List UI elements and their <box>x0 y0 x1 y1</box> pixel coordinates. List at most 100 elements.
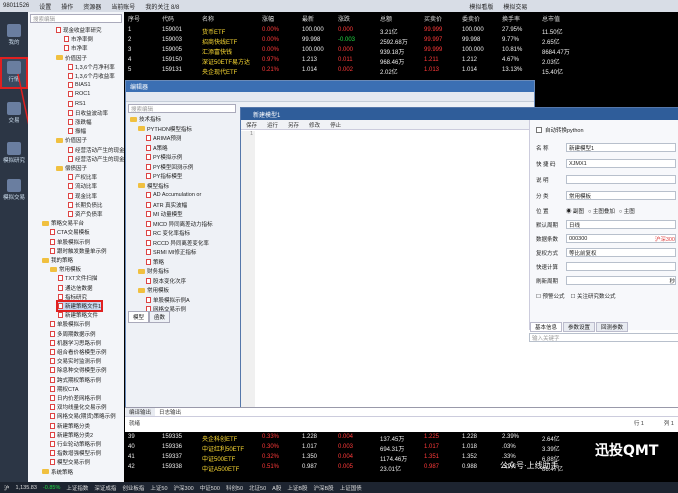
tree-node[interactable]: 多周期数据示例 <box>50 330 96 338</box>
indicator-node[interactable]: A策略 <box>146 144 168 152</box>
tree-node[interactable]: 振幅 <box>68 127 86 135</box>
auto-python-checkbox[interactable]: 自动转换python <box>536 124 676 135</box>
col-header[interactable]: 代码 <box>162 14 174 23</box>
save-button[interactable]: 保存 <box>246 121 257 129</box>
prop-input[interactable]: 常用模板 <box>566 191 676 200</box>
status-item[interactable]: 上证50 <box>150 484 167 492</box>
tab-compile-output[interactable]: 编译输出 <box>125 408 156 416</box>
col-header[interactable]: 序号 <box>128 14 140 23</box>
focus-checkbox[interactable]: ☐ 关注研究数公式 <box>570 292 615 300</box>
prop-input[interactable]: XJMX1 <box>566 159 676 168</box>
indicator-node[interactable]: 常用模板 <box>138 286 169 294</box>
tab-function[interactable]: 函数 <box>149 311 171 323</box>
indicator-node[interactable]: ARIMA预测 <box>146 134 181 142</box>
rights-select[interactable]: 等比前复权 <box>566 248 676 257</box>
indicator-node[interactable]: PYTHON模型指标 <box>138 125 192 133</box>
account-menu[interactable]: 当前账号 <box>111 2 135 11</box>
code-editor[interactable] <box>256 131 529 411</box>
tree-node[interactable]: 现金收益率研究 <box>56 26 102 34</box>
status-item[interactable]: 科创50 <box>226 484 243 492</box>
tree-search-input[interactable]: 搜索编辑 <box>30 14 122 23</box>
table-row[interactable]: 3 159005 汇添富快钱 0.00% 100.000 0.000 939.18万 99.9… <box>124 47 678 56</box>
tab-backtest[interactable]: 回测参数 <box>596 322 629 332</box>
indicator-node[interactable]: PY模型回测示例 <box>146 163 193 171</box>
tree-node[interactable]: 模型交易示例 <box>50 458 90 466</box>
resource-menu[interactable]: 资源器 <box>83 2 101 11</box>
tree-node[interactable]: 常用模板 <box>50 265 81 273</box>
tree-node[interactable]: 网格交易(期货)策略示例 <box>50 412 116 420</box>
indicator-node[interactable]: MICD 异同离差动力指标 <box>146 220 213 228</box>
status-item[interactable]: 北证50 <box>249 484 266 492</box>
prop-input[interactable]: 新建模型1 <box>566 143 676 152</box>
status-item[interactable]: A股 <box>272 484 281 492</box>
tree-node[interactable]: 产权比率 <box>68 173 97 181</box>
operate-menu[interactable]: 操作 <box>61 2 73 11</box>
indicator-node[interactable]: 财务指标 <box>138 267 169 275</box>
tree-node[interactable]: 组合看价格模型示例 <box>50 348 107 356</box>
tab-basic-info[interactable]: 基本信息 <box>530 322 563 332</box>
col-header[interactable]: 换手率 <box>502 14 520 23</box>
sim-board-tab[interactable]: 模拟看版 <box>469 2 493 11</box>
tree-node[interactable]: 新建策略文件 <box>58 311 98 319</box>
table-row[interactable]: 5 159131 央企现代ETF 0.21% 1.014 0.002 2.02亿 1.013 1… <box>124 67 678 76</box>
tree-node[interactable]: 市净率倒 <box>64 35 93 43</box>
tree-node[interactable]: 通达信数据 <box>58 284 93 292</box>
tree-node[interactable]: 双均线量化交易示例 <box>50 403 107 411</box>
modify-button[interactable]: 修改 <box>309 121 320 129</box>
indicator-node[interactable]: 技术指标 <box>130 115 161 123</box>
col-header[interactable]: 涨幅 <box>262 14 274 23</box>
keyword-input[interactable]: 输入关键字 <box>529 333 678 342</box>
status-item[interactable]: 沪深300 <box>174 484 194 492</box>
tree-node[interactable]: 现金比率 <box>68 192 97 200</box>
indicator-node[interactable]: 单股模拟示例A <box>146 296 190 304</box>
tree-node[interactable]: 系统策略 <box>42 468 73 476</box>
indicator-node[interactable]: PY指标模型 <box>146 172 182 180</box>
col-header[interactable]: 名称 <box>202 14 214 23</box>
tree-node[interactable]: 1,3,6个月净利率 <box>68 63 115 71</box>
indicator-node[interactable]: AD Accumulation or <box>146 191 201 199</box>
watch-selector[interactable]: 我的关注 8/8 <box>145 2 179 11</box>
tree-node[interactable]: 跨式期权策略示例 <box>50 376 101 384</box>
tree-node[interactable]: 1,3,6个月收益率 <box>68 72 115 80</box>
table-row[interactable]: 4 159150 深证50ETF易方达 0.97% 1.213 0.011 968.46万 1… <box>124 57 678 66</box>
tree-node[interactable]: 单股模拟示例 <box>50 320 90 328</box>
tree-node[interactable]: 涨跌幅 <box>68 118 92 126</box>
tree-node[interactable]: 价值因子 <box>56 54 87 62</box>
tree-node[interactable]: 跟时触发数量单示例 <box>50 247 107 255</box>
tree-node[interactable]: CTA交易模板 <box>50 228 90 236</box>
indicator-node[interactable]: MI 动量模型 <box>146 210 183 218</box>
run-button[interactable]: 运行 <box>267 121 278 129</box>
period-select[interactable]: 日线 <box>566 220 676 229</box>
tree-node[interactable]: 资产负债率 <box>68 210 103 218</box>
tree-node[interactable]: BIAS1 <box>68 81 91 89</box>
col-header[interactable]: 最新 <box>302 14 314 23</box>
position-overlay[interactable]: ○ 主图叠加 <box>588 207 615 215</box>
tree-node[interactable]: 指数增强模型示例 <box>50 449 101 457</box>
tree-node[interactable]: ROC1 <box>68 90 90 98</box>
fast-calc-select[interactable] <box>566 262 676 271</box>
col-header[interactable]: 总额 <box>380 14 392 23</box>
tab-log-output[interactable]: 日志输出 <box>155 408 185 416</box>
tree-node[interactable]: RS1 <box>68 100 86 108</box>
tree-node[interactable]: 机器学习思路示例 <box>50 339 101 347</box>
tree-node[interactable]: 策略交易平台 <box>42 219 84 227</box>
table-row[interactable]: 1 159001 货币ETF 0.00% 100.000 0.000 3.21亿 99.999… <box>124 27 678 36</box>
col-header[interactable]: 买卖价 <box>424 14 442 23</box>
tree-node[interactable]: 经营活动产生的现金 <box>68 146 124 154</box>
tree-node[interactable]: 指标研究 <box>58 293 87 301</box>
count-input[interactable]: 000300 沪深300 <box>566 234 676 243</box>
tree-node[interactable]: 新建策略分类 <box>50 422 90 430</box>
nav-mine[interactable]: 我的 <box>2 22 26 50</box>
tree-node[interactable]: 日内价差网格示例 <box>50 394 101 402</box>
tab-model[interactable]: 模型 <box>128 311 150 323</box>
tree-node[interactable]: 流动比率 <box>68 182 97 190</box>
col-header[interactable]: 委卖价 <box>462 14 480 23</box>
col-header[interactable]: 涨跌 <box>338 14 350 23</box>
refresh-input[interactable]: 秒 <box>566 276 676 285</box>
tree-node[interactable]: TXT文件扫描 <box>58 274 97 282</box>
indicator-node[interactable]: SRMI MI修正指标 <box>146 248 196 256</box>
status-item[interactable]: 上证指数 <box>66 484 88 492</box>
indicator-node[interactable]: 模型指标 <box>138 182 169 190</box>
position-main[interactable]: ○ 主图 <box>619 207 635 215</box>
indicator-node[interactable]: RC 变化率指标 <box>146 229 190 237</box>
